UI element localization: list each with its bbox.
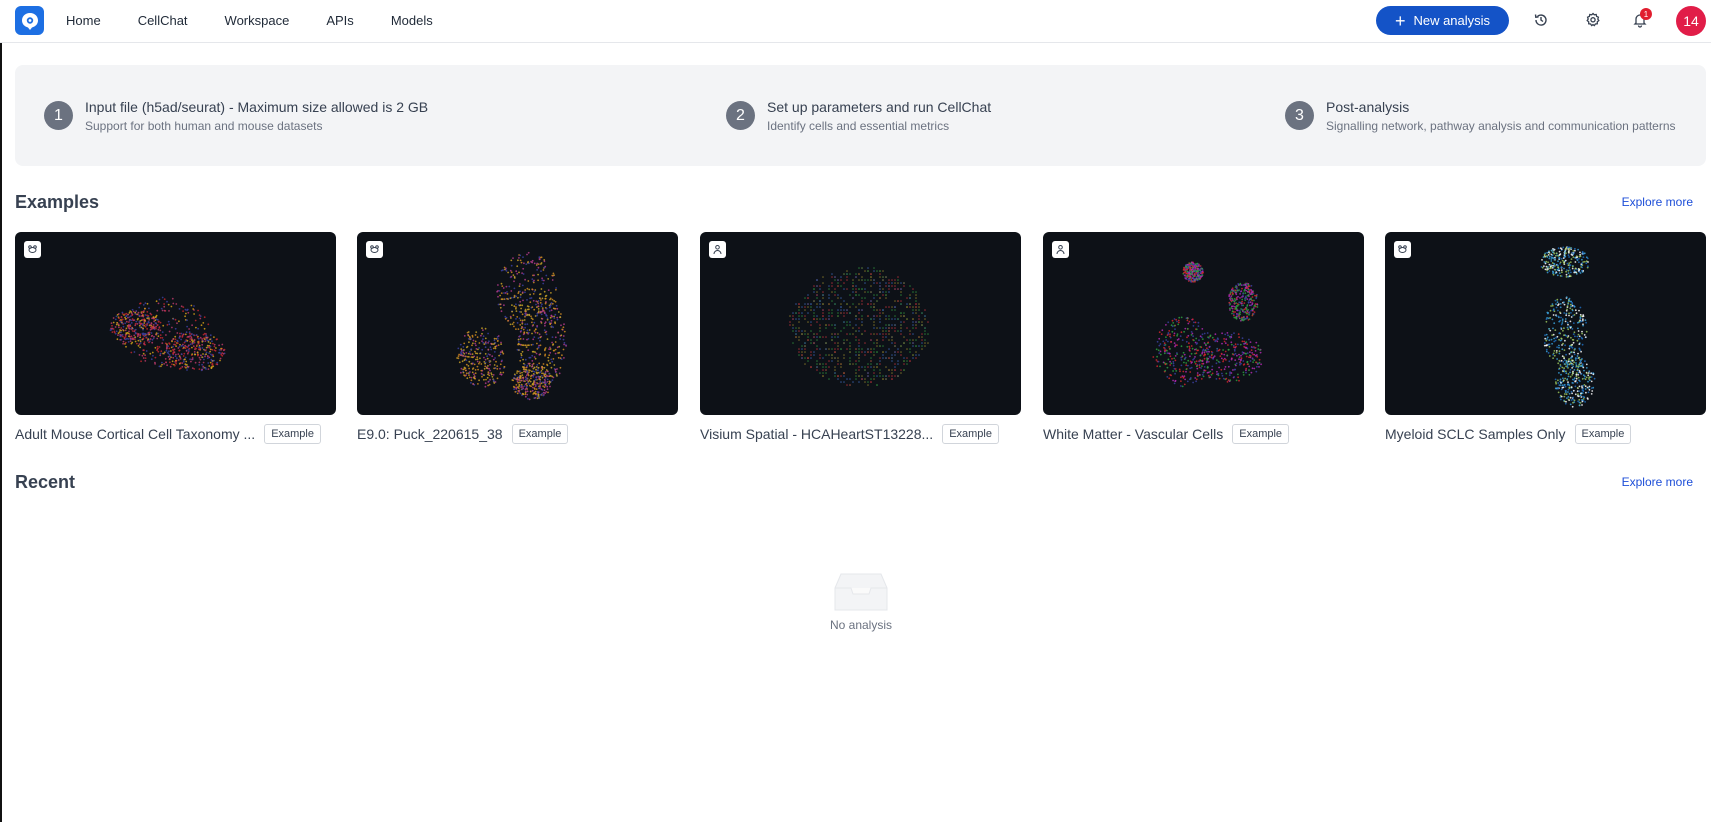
example-plot-graphic <box>109 296 226 372</box>
step-subtitle: Identify cells and essential metrics <box>767 119 950 133</box>
example-card[interactable]: E9.0: Puck_220615_38 Example <box>357 232 678 444</box>
recent-explore-more-link[interactable]: Explore more <box>1622 475 1693 489</box>
step-number: 3 <box>1285 101 1314 130</box>
example-thumbnail[interactable] <box>1385 232 1706 415</box>
example-plot-graphic <box>789 267 929 386</box>
example-thumbnail[interactable] <box>700 232 1021 415</box>
nav-workspace[interactable]: Workspace <box>225 13 290 28</box>
mouse-icon <box>28 245 37 253</box>
example-name: Myeloid SCLC Samples Only <box>1385 426 1566 442</box>
step-number: 1 <box>44 101 73 130</box>
example-tag: Example <box>1574 424 1632 444</box>
human-icon <box>1056 245 1065 255</box>
workflow-steps-panel: 1 Input file (h5ad/seurat) - Maximum siz… <box>15 65 1706 166</box>
recent-heading: Recent <box>15 472 76 492</box>
example-name: Visium Spatial - HCAHeartST13228... <box>700 426 934 442</box>
history-icon <box>1534 14 1547 26</box>
example-card[interactable]: Visium Spatial - HCAHeartST13228... Exam… <box>700 232 1021 444</box>
nav-home[interactable]: Home <box>66 13 101 28</box>
mouse-icon <box>370 245 379 253</box>
species-badge <box>366 241 383 258</box>
step-title: Post-analysis <box>1326 99 1410 115</box>
example-name: White Matter - Vascular Cells <box>1043 426 1224 442</box>
notification-badge: 1 <box>1640 8 1652 20</box>
nav-models[interactable]: Models <box>391 13 433 28</box>
nav-apis[interactable]: APIs <box>326 13 353 28</box>
step-number: 2 <box>726 101 755 130</box>
avatar[interactable]: 14 <box>1676 6 1706 36</box>
nav-cellchat[interactable]: CellChat <box>138 13 188 28</box>
settings-button[interactable] <box>1582 9 1604 31</box>
step-title: Input file (h5ad/seurat) - Maximum size … <box>85 99 429 115</box>
history-button[interactable] <box>1530 9 1552 31</box>
species-badge <box>1394 241 1411 258</box>
example-plot-graphic <box>456 251 567 401</box>
step-2: 2 Set up parameters and run CellChat Ide… <box>726 97 991 135</box>
step-subtitle: Support for both human and mouse dataset… <box>85 119 323 133</box>
example-plot-graphic <box>1152 261 1262 388</box>
example-tag: Example <box>942 424 999 444</box>
example-thumbnail[interactable] <box>15 232 336 415</box>
examples-heading: Examples <box>15 192 100 212</box>
example-card[interactable]: White Matter - Vascular Cells Example <box>1043 232 1364 444</box>
examples-explore-more-link[interactable]: Explore more <box>1622 195 1693 209</box>
empty-state-text: No analysis <box>829 618 893 632</box>
window-edge <box>0 0 2 822</box>
nav-links: Home CellChat Workspace APIs Models <box>66 0 470 41</box>
new-analysis-label: New analysis <box>1413 13 1491 28</box>
step-title: Set up parameters and run CellChat <box>767 99 992 115</box>
gear-icon <box>1586 12 1600 27</box>
species-badge <box>709 241 726 258</box>
species-badge <box>24 241 41 258</box>
example-name: Adult Mouse Cortical Cell Taxonomy ... <box>15 426 256 442</box>
mouse-icon <box>1398 245 1407 253</box>
app-logo[interactable] <box>15 6 44 35</box>
new-analysis-button[interactable]: + New analysis <box>1376 6 1509 35</box>
logo-icon <box>21 12 38 30</box>
example-tag: Example <box>264 424 321 444</box>
plus-icon: + <box>1394 10 1406 31</box>
example-card[interactable]: Myeloid SCLC Samples Only Example <box>1385 232 1706 444</box>
example-card[interactable]: Adult Mouse Cortical Cell Taxonomy ... E… <box>15 232 336 444</box>
species-badge <box>1052 241 1069 258</box>
empty-state: No analysis <box>0 570 1711 632</box>
example-thumbnail[interactable] <box>357 232 678 415</box>
example-tag: Example <box>1232 424 1290 444</box>
example-tag: Example <box>511 424 569 444</box>
example-name: E9.0: Puck_220615_38 <box>357 426 503 442</box>
example-thumbnail[interactable] <box>1043 232 1364 415</box>
empty-inbox-icon <box>834 573 888 611</box>
step-1: 1 Input file (h5ad/seurat) - Maximum siz… <box>44 97 428 135</box>
example-plot-graphic <box>1540 246 1596 408</box>
human-icon <box>713 245 722 255</box>
top-navbar: Home CellChat Workspace APIs Models + Ne… <box>0 0 1711 43</box>
step-3: 3 Post-analysis Signalling network, path… <box>1285 97 1676 135</box>
step-subtitle: Signalling network, pathway analysis and… <box>1326 119 1676 133</box>
